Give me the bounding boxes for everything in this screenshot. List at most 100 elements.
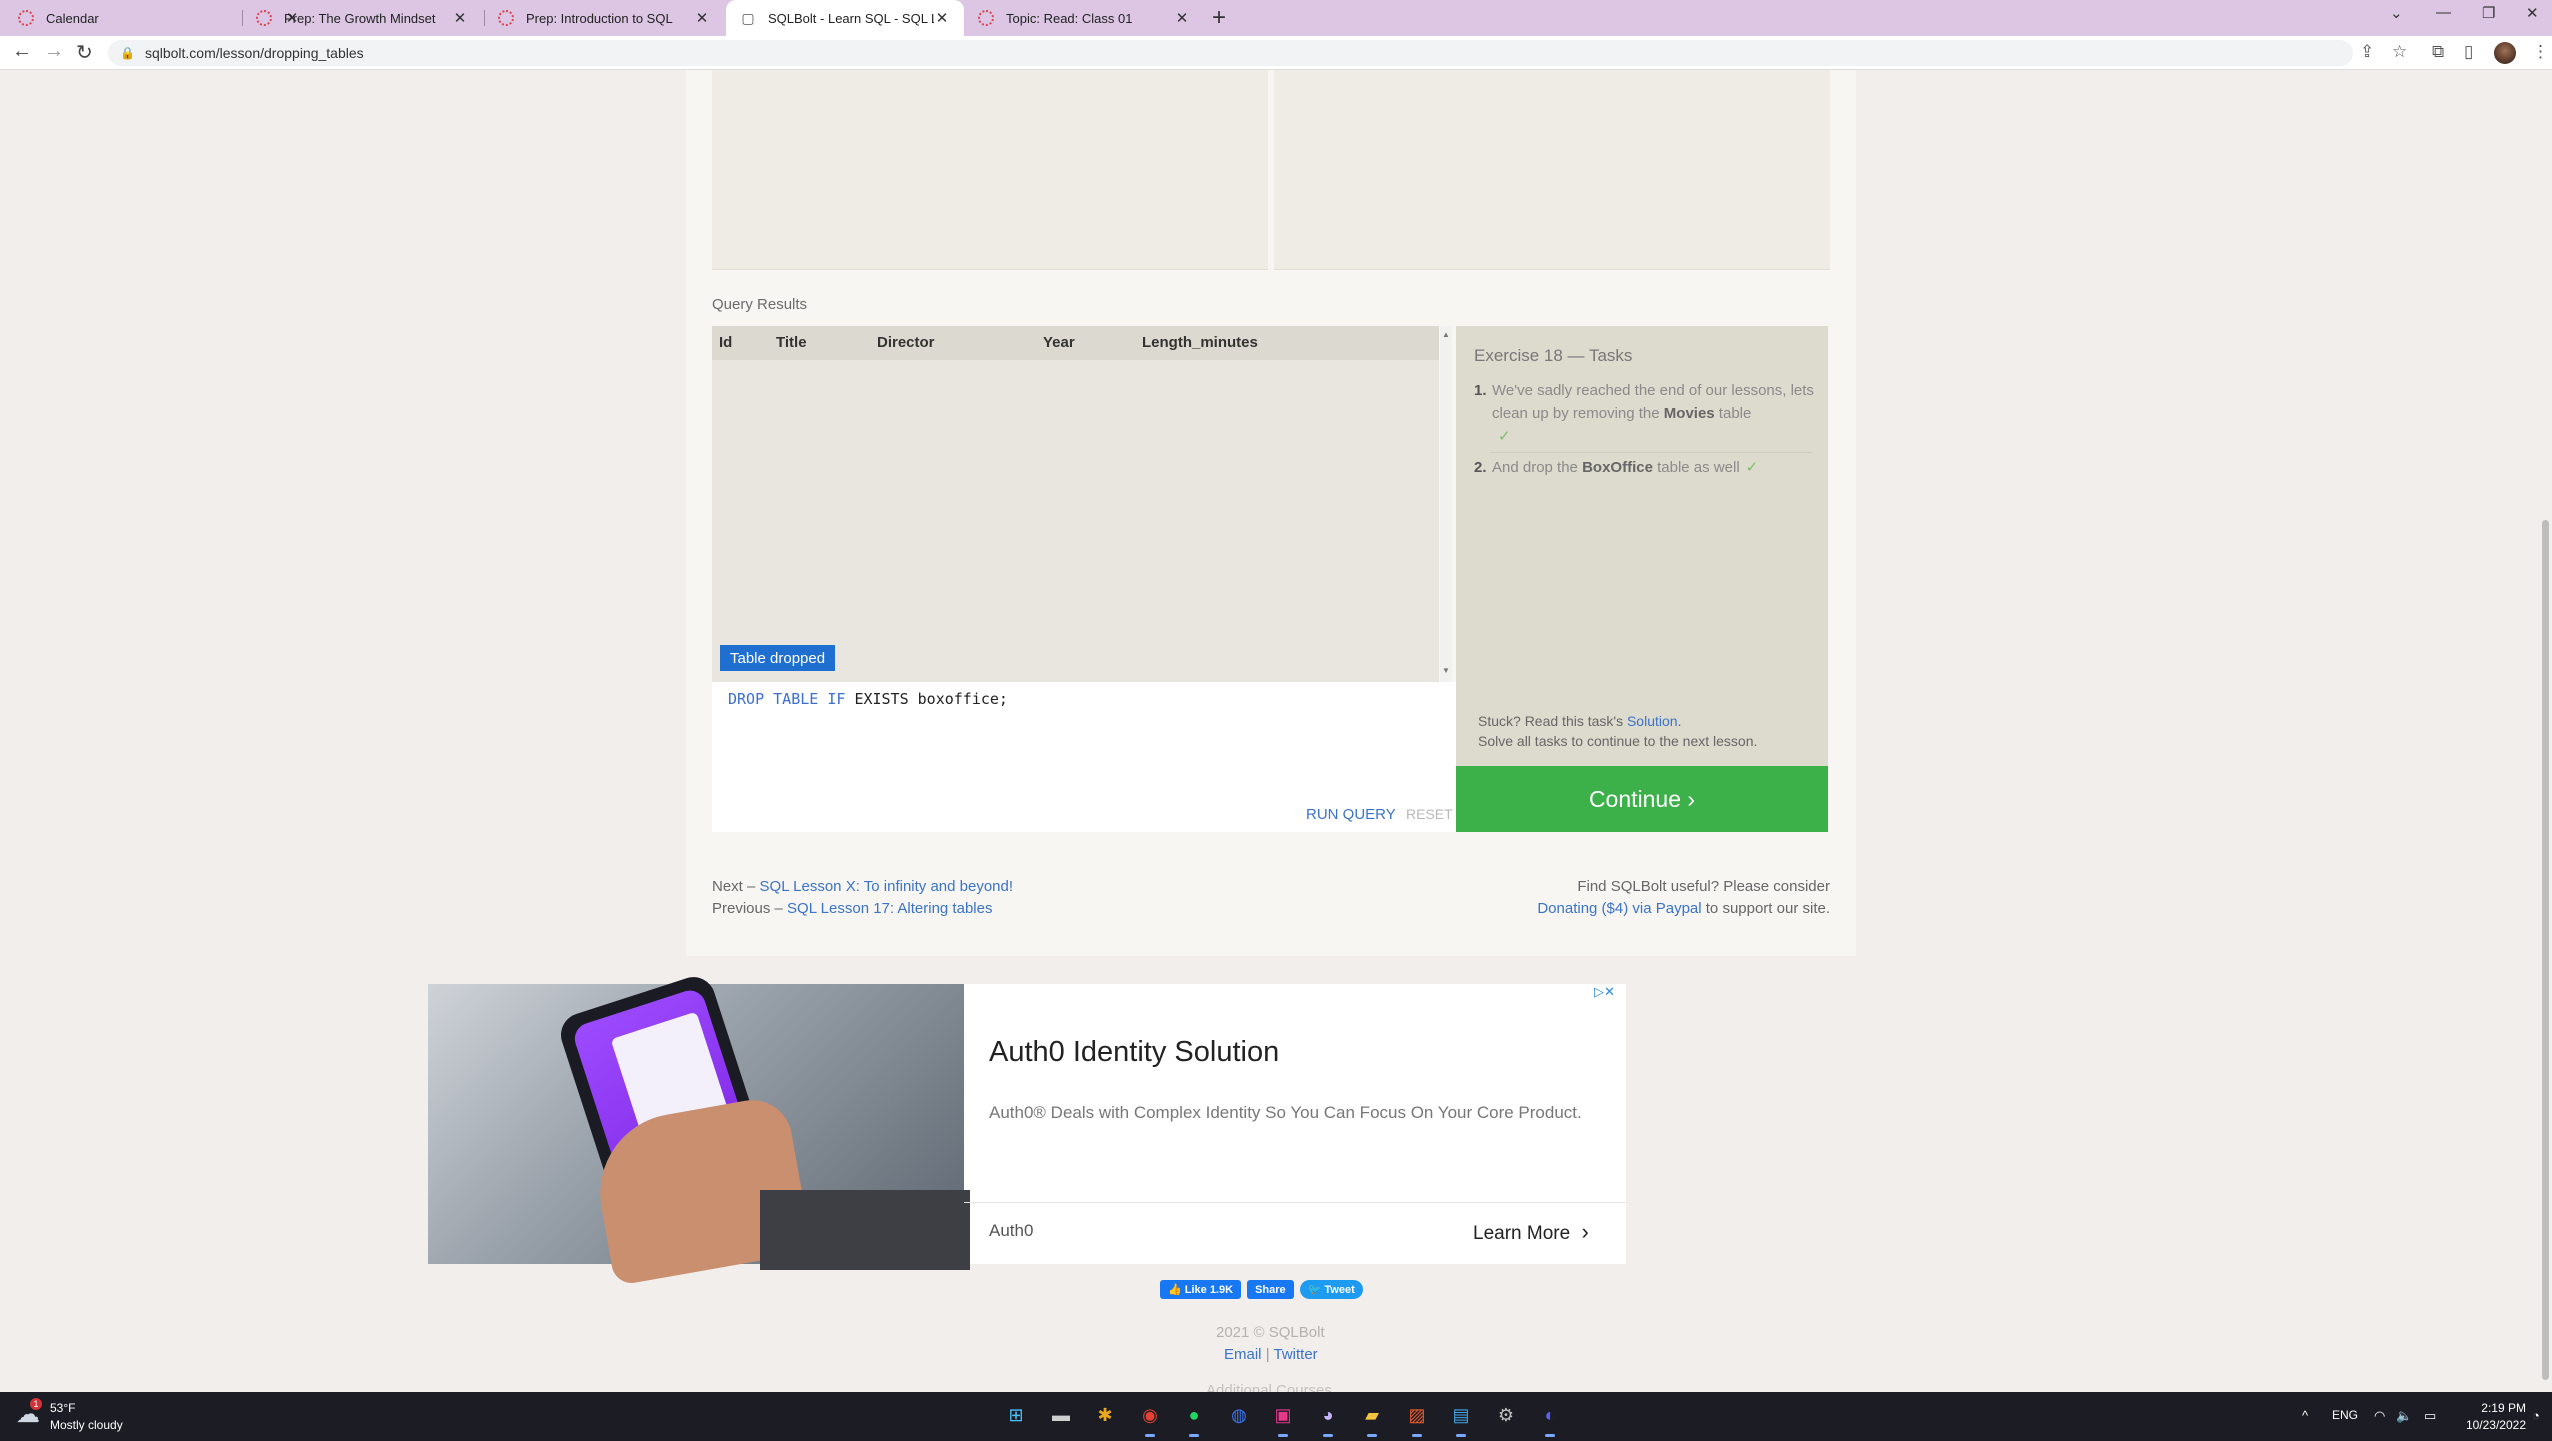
tab-close-icon[interactable]: ✕	[934, 9, 950, 27]
facebook-share-button[interactable]: Share	[1247, 1280, 1294, 1299]
email-link[interactable]: Email	[1224, 1346, 1262, 1363]
extensions-icon[interactable]: ⧉	[2432, 42, 2444, 62]
next-lesson-link[interactable]: SQL Lesson X: To infinity and beyond!	[760, 878, 1014, 895]
reset-button[interactable]: RESET	[1406, 806, 1453, 822]
clock-time[interactable]: 2:19 PM	[2474, 1401, 2526, 1415]
battery-icon[interactable]: ▭	[2424, 1408, 2436, 1424]
tray-overflow-icon[interactable]: ^	[2302, 1408, 2308, 1423]
weather-alert-badge: 1	[30, 1398, 42, 1410]
sqlbolt-favicon-icon: ▢	[741, 9, 755, 26]
language-indicator[interactable]: ENG	[2332, 1408, 2358, 1422]
results-header-row: Id Title Director Year Length_minutes	[712, 326, 1439, 360]
file-explorer-icon[interactable]: ▬	[1048, 1402, 1074, 1428]
wifi-icon[interactable]: ◠	[2374, 1408, 2385, 1424]
reload-icon[interactable]: ↻	[76, 40, 93, 65]
previous-lesson-link[interactable]: SQL Lesson 17: Altering tables	[787, 900, 992, 917]
start-icon[interactable]: ⊞	[1003, 1402, 1029, 1428]
column-header: Id	[719, 334, 733, 351]
donate-note: Find SQLBolt useful? Please consider Don…	[1537, 878, 1830, 917]
volume-icon[interactable]: 🔈	[2396, 1408, 2412, 1424]
folder-icon[interactable]: ▰	[1359, 1402, 1385, 1437]
tab-class-01[interactable]: Topic: Read: Class 01 ✕	[964, 0, 1204, 36]
contact-links: Email | Twitter	[1224, 1346, 1318, 1363]
donate-link[interactable]: Donating ($4) via Paypal	[1537, 900, 1701, 917]
tab-close-icon[interactable]: ✕	[452, 9, 468, 27]
tasks-title: Exercise 18 — Tasks	[1474, 346, 1633, 365]
office-icon[interactable]: ▨	[1404, 1402, 1430, 1437]
continue-button[interactable]: Continue ›	[1456, 766, 1828, 832]
menu-icon[interactable]: ⋮	[2532, 42, 2549, 62]
sql-text: EXISTS boxoffice;	[854, 690, 1008, 708]
page-scrollbar-thumb[interactable]	[2542, 520, 2549, 1380]
scroll-up-icon[interactable]: ▲	[1442, 330, 1450, 339]
schema-table-left	[712, 70, 1268, 270]
github-icon[interactable]: ◕	[1315, 1402, 1341, 1437]
url-text[interactable]: sqlbolt.com/lesson/dropping_tables	[145, 45, 364, 61]
tab-sqlbolt[interactable]: ▢ SQLBolt - Learn SQL - SQL Lesso ✕	[726, 0, 964, 36]
task-number: 1.	[1474, 382, 1487, 399]
photos-icon[interactable]: ▤	[1448, 1402, 1474, 1437]
address-bar[interactable]: 🔒 sqlbolt.com/lesson/dropping_tables	[108, 40, 2353, 66]
close-window-icon[interactable]: ✕	[2526, 4, 2539, 22]
new-tab-button[interactable]: +	[1212, 4, 1226, 32]
scroll-down-icon[interactable]: ▼	[1442, 666, 1450, 675]
tab-growth-mindset[interactable]: Prep: The Growth Mindset ✕	[242, 0, 482, 36]
back-icon[interactable]: ←	[12, 40, 32, 63]
sql-query-text[interactable]: DROP TABLE IF EXISTS boxoffice;	[728, 690, 1008, 708]
sql-keyword: IF	[827, 690, 846, 708]
restore-icon[interactable]: ❐	[2482, 4, 2495, 22]
sql-keyword: TABLE	[773, 690, 819, 708]
status-badge: Table dropped	[720, 645, 836, 671]
task-text: We've sadly reached the end of our lesso…	[1492, 382, 1814, 445]
chevron-right-icon: ›	[1581, 1219, 1589, 1244]
calendar-favicon-icon	[18, 10, 34, 26]
learn-more-button[interactable]: Learn More ›	[1473, 1219, 1589, 1245]
column-header: Title	[776, 334, 807, 351]
profile-avatar[interactable]	[2494, 42, 2516, 64]
signal-icon[interactable]: ◍	[1226, 1402, 1252, 1428]
facebook-like-button[interactable]: 👍 Like 1.9K	[1160, 1280, 1242, 1299]
minimize-icon[interactable]: —	[2436, 4, 2451, 21]
weather-temperature[interactable]: 53°F	[50, 1401, 75, 1415]
solution-link[interactable]: Solution	[1627, 713, 1678, 729]
query-results-table: Id Title Director Year Length_minutes	[712, 326, 1439, 682]
notification-icon[interactable]: ◔	[2532, 1408, 2540, 1423]
settings-icon[interactable]: ⚙	[1493, 1402, 1519, 1428]
tab-intro-sql[interactable]: Prep: Introduction to SQL ✕	[484, 0, 724, 36]
canvas-favicon-icon	[978, 10, 994, 26]
ad-headline[interactable]: Auth0 Identity Solution	[989, 1036, 1279, 1069]
social-buttons: 👍 Like 1.9K Share 🐦 Tweet	[1160, 1280, 1363, 1299]
intellij-icon[interactable]: ▣	[1270, 1402, 1296, 1437]
chrome-icon[interactable]: ◉	[1137, 1402, 1163, 1437]
run-query-button[interactable]: RUN QUERY	[1306, 806, 1396, 823]
tab-close-icon[interactable]: ✕	[694, 9, 710, 27]
checkmark-icon: ✓	[1745, 459, 1759, 476]
tab-title: Topic: Read: Class 01	[1006, 10, 1133, 26]
tweet-button[interactable]: 🐦 Tweet	[1299, 1280, 1363, 1299]
tab-search-icon[interactable]: ⌄	[2390, 4, 2403, 22]
forward-icon[interactable]: →	[44, 40, 64, 63]
copyright: 2021 © SQLBolt	[1216, 1324, 1325, 1341]
results-scrollbar[interactable]	[1440, 326, 1452, 682]
ad-choices-icon[interactable]: ▷✕	[1594, 984, 1615, 1000]
clock-date[interactable]: 10/23/2022	[2456, 1418, 2526, 1432]
slack-icon[interactable]: ✱	[1092, 1402, 1118, 1428]
checkmark-icon: ✓	[1498, 428, 1511, 445]
tab-title: SQLBolt - Learn SQL - SQL Lesso	[768, 10, 934, 26]
canvas-favicon-icon	[256, 10, 272, 26]
discord-icon[interactable]: ◐	[1537, 1402, 1563, 1437]
share-icon[interactable]: ⇪	[2360, 42, 2374, 62]
lock-icon[interactable]: 🔒	[120, 46, 135, 60]
lesson-navigation: Next – SQL Lesson X: To infinity and bey…	[712, 878, 1014, 917]
bookmark-star-icon[interactable]: ☆	[2392, 42, 2407, 62]
canvas-favicon-icon	[498, 10, 514, 26]
column-header: Length_minutes	[1142, 334, 1258, 351]
ad-brand[interactable]: Auth0	[989, 1221, 1033, 1241]
spotify-icon[interactable]: ●	[1181, 1402, 1207, 1437]
weather-description[interactable]: Mostly cloudy	[50, 1418, 123, 1432]
task-item: 2. And drop the BoxOffice table as well ✓	[1474, 456, 1814, 479]
tab-close-icon[interactable]: ✕	[1174, 9, 1190, 27]
ad-description[interactable]: Auth0® Deals with Complex Identity So Yo…	[989, 1102, 1589, 1123]
twitter-link[interactable]: Twitter	[1274, 1346, 1318, 1363]
side-panel-icon[interactable]: ▯	[2464, 42, 2473, 62]
